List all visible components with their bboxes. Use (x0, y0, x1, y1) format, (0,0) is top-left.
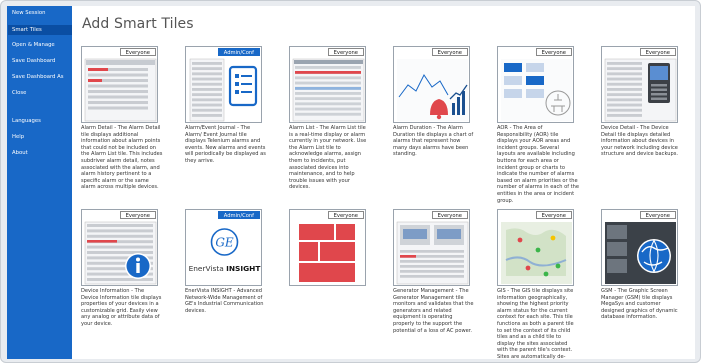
brand-name: EnerVista (188, 264, 224, 273)
tile-thumbnail (397, 59, 468, 121)
tile-thumbnail (501, 222, 572, 284)
tile-alarm-duration[interactable]: Everyone (393, 46, 470, 123)
tile-description: Device Detail - The Device Detail tile d… (601, 125, 678, 158)
ge-logo-text: GE (215, 236, 234, 250)
access-badge: Everyone (327, 211, 364, 219)
tile-description: GIS - The GIS tile displays site informa… (497, 288, 574, 359)
tile-alarm-list[interactable]: Everyone (289, 46, 366, 123)
tile-generator-management[interactable]: Everyone (393, 209, 470, 286)
access-badge: Everyone (431, 48, 468, 56)
tile-description: Alarm Duration - The Alarm Duration tile… (393, 125, 474, 158)
tile-device-information[interactable]: Everyone (81, 209, 158, 286)
sidebar-item-about[interactable]: About (12, 150, 28, 157)
brand-wordmark: EnerVista INSIGHT (186, 264, 261, 273)
access-badge: Everyone (119, 211, 156, 219)
sidebar-item-open-manage[interactable]: Open & Manage (12, 42, 55, 49)
tile-thumbnail (292, 58, 365, 122)
tile-gis[interactable]: Everyone (497, 209, 574, 286)
page-title: Add Smart Tiles (82, 16, 194, 32)
tile-description: AOR - The Area of Responsibility (AOR) t… (497, 125, 579, 204)
tile-layout-grid[interactable]: Everyone (289, 209, 366, 286)
tile-description: Alarm List - The Alarm List tile is a re… (289, 125, 367, 191)
access-badge: Everyone (639, 48, 676, 56)
sidebar-item-help[interactable]: Help (12, 134, 24, 141)
tile-gsm[interactable]: Everyone (601, 209, 678, 286)
access-badge: Everyone (535, 211, 572, 219)
tile-thumbnail (189, 58, 258, 122)
brand-name-bold: INSIGHT (226, 264, 261, 273)
sidebar-item-save-dashboard-as[interactable]: Save Dashboard As (12, 74, 64, 81)
app-window: New Session Smart Tiles Open & Manage Save … (0, 0, 701, 363)
tile-thumbnail (501, 59, 572, 121)
access-badge: Everyone (327, 48, 364, 56)
access-badge: Everyone (639, 211, 676, 219)
sidebar-item-new-session[interactable]: New Session (12, 10, 45, 17)
tile-thumbnail (84, 221, 157, 285)
access-badge: Admin/Conf (217, 48, 260, 56)
tile-thumbnail (299, 224, 355, 285)
tile-description: Device Information - The Device Informat… (81, 288, 162, 327)
tile-description: EnerVista INSIGHT - Advanced Network-Wid… (185, 288, 264, 314)
tile-alarm-detail[interactable]: Everyone (81, 46, 158, 123)
tile-aor[interactable]: Everyone (497, 46, 574, 123)
ge-logo-icon: GE (210, 228, 239, 256)
main-panel: Add Smart Tiles Everyone Alarm Detail - T… (72, 6, 695, 359)
tile-thumbnail (604, 58, 677, 122)
sidebar-item-languages[interactable]: Languages (12, 118, 41, 125)
sidebar-item-save-dashboard[interactable]: Save Dashboard (12, 58, 55, 65)
sidebar: New Session Smart Tiles Open & Manage Save … (7, 6, 72, 359)
tile-alarm-event-journal[interactable]: Admin/Conf (185, 46, 262, 123)
sidebar-item-smart-tiles[interactable]: Smart Tiles (8, 25, 72, 35)
access-badge: Everyone (119, 48, 156, 56)
tile-description: Alarm Detail - The Alarm Detail tile dis… (81, 125, 163, 191)
tile-description: GSM - The Graphic Screen Manager (GSM) t… (601, 288, 678, 321)
tile-thumbnail (605, 222, 676, 284)
tile-thumbnail (396, 221, 469, 285)
access-badge: Everyone (431, 211, 468, 219)
tile-enervista-insight[interactable]: GE EnerVista INSIGHT Admin/Conf (185, 209, 262, 286)
tile-description: Generator Management - The Generator Man… (393, 288, 474, 334)
tile-thumbnail (84, 58, 157, 122)
tile-device-detail[interactable]: Everyone (601, 46, 678, 123)
sidebar-item-close[interactable]: Close (12, 90, 26, 97)
tile-description: Alarm/Event Journal - The Alarm/ Event J… (185, 125, 266, 164)
access-badge: Everyone (535, 48, 572, 56)
access-badge: Admin/Conf (217, 211, 260, 219)
